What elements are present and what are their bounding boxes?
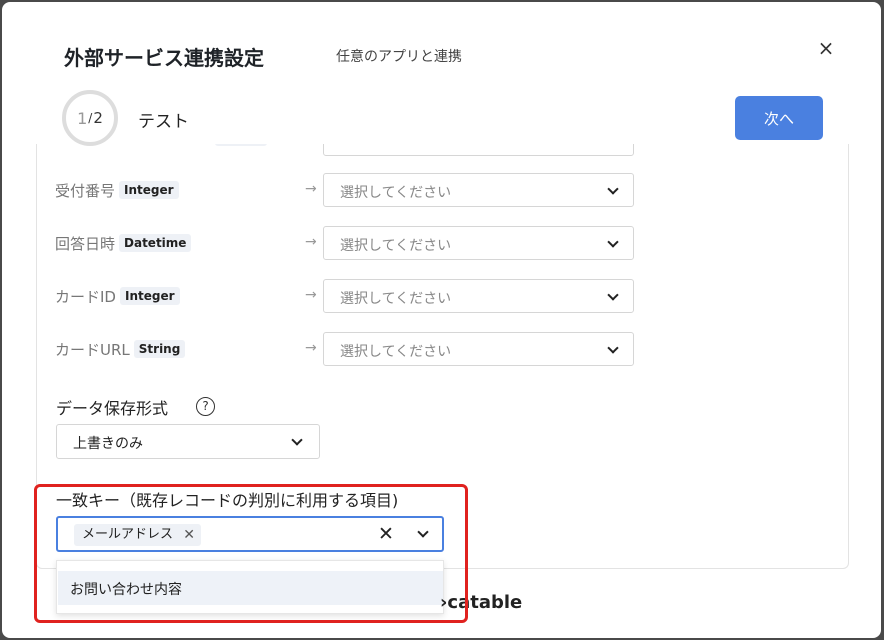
dialog-title: 外部サービス連携設定 xyxy=(64,46,264,70)
chevron-down-icon xyxy=(607,289,619,301)
select-placeholder: 選択してください xyxy=(340,291,452,307)
type-badge: Datetime xyxy=(119,234,192,252)
step-total: 2 xyxy=(93,109,103,127)
mapping-select[interactable]: 選択してください xyxy=(323,279,634,313)
type-badge: String xyxy=(133,340,186,358)
save-format-select[interactable]: 上書きのみ xyxy=(56,424,320,459)
mapping-select[interactable]: 選択してください xyxy=(323,332,634,366)
mapping-select[interactable]: 選択してください xyxy=(323,173,634,207)
arrow-right-icon: → xyxy=(305,234,317,250)
field-label: カードID Integer xyxy=(55,286,180,307)
mapping-select[interactable]: 選択してください xyxy=(323,226,634,260)
step-label: テスト xyxy=(138,112,189,132)
step-separator: / xyxy=(88,111,93,125)
integration-settings-dialog: 外部サービス連携設定 任意のアプリと連携 × 1/2 テスト 次へ 受付番号 In… xyxy=(2,2,881,638)
close-icon[interactable]: × xyxy=(814,36,838,60)
help-icon[interactable]: ? xyxy=(196,397,215,416)
mapping-row: 回答日時 Datetime → 選択してください xyxy=(55,226,635,260)
select-placeholder: 選択してください xyxy=(340,185,452,201)
arrow-right-icon: → xyxy=(305,181,317,197)
mapping-select-partial[interactable] xyxy=(323,144,634,156)
step-current: 1 xyxy=(77,108,88,128)
field-label: 回答日時 Datetime xyxy=(55,233,192,254)
field-label: カードURL String xyxy=(55,339,186,360)
type-badge: Integer xyxy=(119,287,180,305)
highlight-box xyxy=(34,484,468,623)
step-indicator: 1/2 xyxy=(62,90,118,146)
select-placeholder: 選択してください xyxy=(340,238,452,254)
mapping-row: カードID Integer → 選択してください xyxy=(55,279,635,313)
type-badge: Integer xyxy=(119,181,179,199)
chevron-down-icon xyxy=(607,183,619,195)
select-placeholder: 選択してください xyxy=(340,344,452,360)
chevron-down-icon xyxy=(291,434,303,446)
chevron-down-icon xyxy=(607,342,619,354)
mapping-row: 受付番号 Integer → 選択してください xyxy=(55,173,635,207)
partial-type-badge xyxy=(215,144,267,146)
mapping-row: カードURL String → 選択してください xyxy=(55,332,635,366)
next-button[interactable]: 次へ xyxy=(735,96,823,140)
chevron-down-icon xyxy=(607,236,619,248)
field-label: 受付番号 Integer xyxy=(55,180,179,201)
arrow-right-icon: → xyxy=(305,287,317,303)
arrow-right-icon: → xyxy=(305,340,317,356)
save-format-value: 上書きのみ xyxy=(73,436,143,452)
dialog-subtitle: 任意のアプリと連携 xyxy=(336,49,462,65)
save-format-label: データ保存形式 xyxy=(56,399,169,418)
